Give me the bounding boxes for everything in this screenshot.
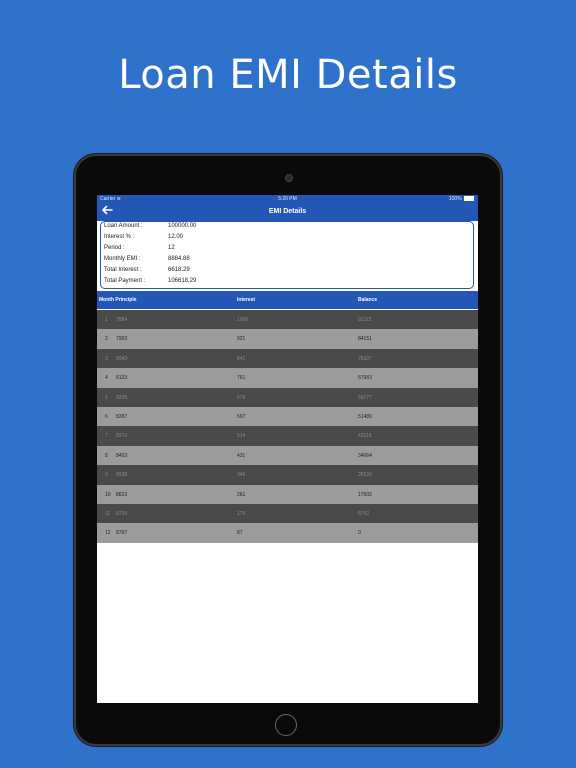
cell-month: 8: [105, 452, 108, 459]
cell-interest: 1000: [237, 317, 249, 323]
cell-interest: 261: [237, 491, 246, 498]
summary-label: Monthly EMI :: [104, 256, 141, 262]
cell-balance: 84151: [358, 336, 372, 343]
cell-interest: 346: [237, 472, 246, 479]
table-row: 4 8123 761 67983: [97, 368, 478, 388]
summary-row-monthly-emi: Monthly EMI : 8884.88: [101, 256, 473, 267]
table-row: 8 8453 431 34664: [97, 445, 478, 466]
cell-principle: 8205: [116, 394, 128, 401]
table-row: 6 8287 597 51489: [97, 407, 478, 427]
table-row: 1 7884 1000 92115: [97, 310, 478, 330]
cell-principle: 8453: [116, 452, 128, 459]
cell-principle: 8287: [116, 414, 128, 420]
summary-row-period: Period : 12: [101, 245, 473, 256]
home-button[interactable]: [275, 714, 297, 736]
cell-interest: 921: [237, 336, 246, 343]
cell-balance: 43118: [358, 433, 372, 440]
cell-principle: 7884: [116, 317, 128, 323]
status-battery: 100%: [449, 196, 474, 202]
cell-balance: 26126: [358, 472, 372, 479]
cell-principle: 8538: [116, 472, 128, 479]
summary-label: Period :: [104, 245, 125, 251]
table-row: 5 8205 679 59777: [97, 387, 478, 407]
cell-interest: 597: [237, 414, 246, 420]
cell-balance: 0: [358, 530, 361, 537]
cell-interest: 514: [237, 433, 246, 440]
camera-icon: [285, 174, 293, 182]
cell-month: 12: [105, 530, 111, 537]
summary-value: 8884.88: [168, 256, 190, 262]
status-time: 5:20 PM: [278, 196, 297, 202]
summary-value: 12: [168, 245, 175, 251]
summary-value: 106618.29: [168, 278, 197, 284]
summary-value: 100000.00: [168, 223, 197, 229]
cell-interest: 175: [237, 511, 246, 517]
cell-balance: 67983: [358, 375, 372, 382]
cell-month: 9: [105, 472, 108, 479]
cell-balance: 34664: [358, 452, 372, 459]
summary-row-total-payment: Total Payment : 106618.29: [101, 278, 473, 289]
cell-balance: 59777: [358, 394, 372, 401]
cell-principle: 8370: [116, 433, 128, 440]
cell-interest: 431: [237, 452, 246, 459]
summary-row-interest: Interest % : 12.00: [101, 234, 473, 245]
battery-percent: 100%: [448, 196, 462, 202]
app-screen: Carrier ≋ 5:20 PM 100% EMI Details Loan …: [97, 195, 478, 703]
table-row: 10 8623 261 17502: [97, 484, 478, 504]
table-row: 3 8043 841 76107: [97, 348, 478, 369]
table-row: 12 8797 87 0: [97, 523, 478, 543]
cell-interest: 87: [237, 530, 243, 537]
table-row: 9 8538 346 26126: [97, 465, 478, 485]
cell-month: 11: [105, 511, 111, 517]
summary-row-loan-amount: Loan Amount : 100000.00: [101, 223, 473, 234]
table-header: Month Principle Interest Balance: [97, 291, 478, 309]
summary-value: 12.00: [168, 234, 184, 240]
table-row: 7 8370 514 43118: [97, 426, 478, 446]
cell-month: 1: [105, 317, 108, 323]
cell-month: 2: [105, 336, 108, 343]
summary-label: Interest % :: [104, 234, 135, 240]
header-interest: Interest: [237, 297, 256, 303]
cell-balance: 51489: [358, 414, 372, 420]
page-headline: Loan EMI Details: [118, 52, 458, 98]
cell-balance: 92115: [358, 317, 372, 323]
cell-month: 3: [105, 355, 108, 362]
cell-month: 4: [105, 375, 108, 382]
summary-row-total-interest: Total Interest : 6618.29: [101, 267, 473, 278]
cell-principle: 8623: [116, 491, 128, 498]
summary-label: Total Interest :: [104, 267, 142, 273]
cell-month: 6: [105, 414, 108, 420]
summary-label: Loan Amount :: [104, 223, 143, 229]
ipad-device-frame: Carrier ≋ 5:20 PM 100% EMI Details Loan …: [74, 154, 502, 746]
nav-title: EMI Details: [268, 208, 307, 215]
cell-principle: 8043: [116, 355, 128, 362]
cell-balance: 17502: [358, 491, 372, 498]
cell-principle: 8797: [116, 530, 128, 537]
table-row: 11 8709 175 8792: [97, 504, 478, 524]
cell-principle: 7963: [116, 336, 128, 343]
summary-value: 6618.29: [168, 267, 190, 273]
cell-principle: 8123: [116, 375, 128, 382]
cell-month: 10: [105, 491, 111, 498]
navigation-bar: Carrier ≋ 5:20 PM 100% EMI Details: [97, 195, 478, 221]
cell-interest: 841: [237, 355, 246, 362]
table-row: 2 7963 921 84151: [97, 329, 478, 349]
header-balance: Balance: [358, 297, 378, 303]
battery-icon: [464, 196, 474, 202]
cell-month: 7: [105, 433, 108, 440]
cell-interest: 761: [237, 375, 246, 382]
cell-principle: 8709: [116, 511, 128, 517]
cell-interest: 679: [237, 394, 246, 401]
cell-balance: 8792: [358, 511, 370, 517]
loan-summary-card: Loan Amount : 100000.00 Interest % : 12.…: [100, 221, 474, 289]
cell-month: 5: [105, 394, 108, 401]
summary-label: Total Payment :: [104, 278, 146, 284]
cell-balance: 76107: [358, 355, 372, 362]
header-month-principle: Month Principle: [99, 297, 137, 303]
